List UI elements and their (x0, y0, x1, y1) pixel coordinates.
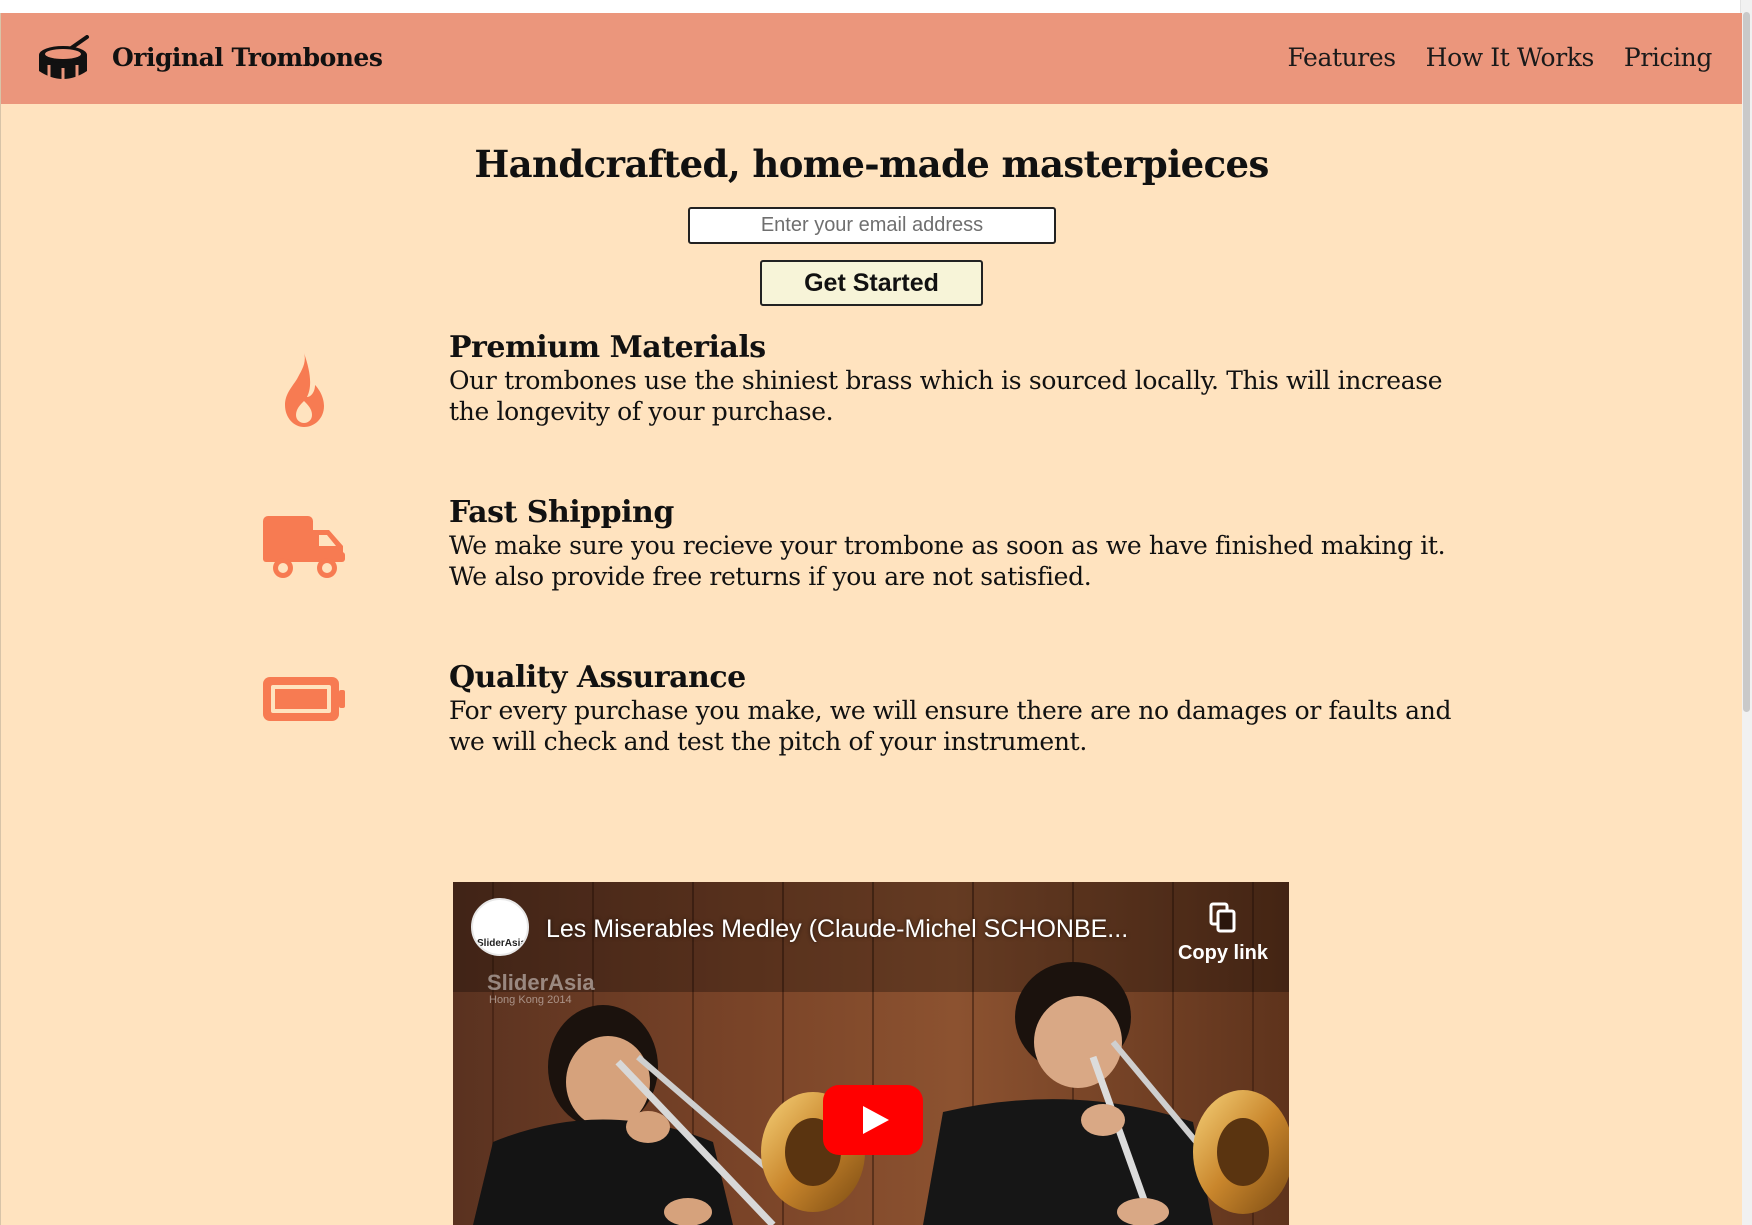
feature-title: Premium Materials (449, 330, 766, 365)
nav-link-pricing[interactable]: Pricing (1624, 42, 1712, 74)
truck-icon (263, 516, 345, 578)
feature-title: Fast Shipping (449, 495, 674, 530)
battery-icon (263, 677, 345, 721)
feature-description: We make sure you recieve your trombone a… (449, 531, 1446, 591)
page-viewport: Original Trombones Features How It Works… (0, 13, 1742, 1225)
embedded-video[interactable]: SliderAsia SliderAsia Hong Kong 2014 Les… (453, 882, 1289, 1225)
fire-icon (285, 353, 324, 427)
drum-logo-icon[interactable] (37, 35, 93, 83)
nav-link-how-it-works[interactable]: How It Works (1426, 42, 1595, 74)
nav-link-features[interactable]: Features (1287, 42, 1396, 74)
site-header: Original Trombones Features How It Works… (1, 13, 1742, 104)
feature-description: Our trombones use the shiniest brass whi… (449, 366, 1443, 426)
video-title[interactable]: Les Miserables Medley (Claude-Michel SCH… (546, 915, 1128, 944)
feature-text: Quality Assurance For every purchase you… (449, 661, 1489, 757)
copy-link-button[interactable]: Copy link (1168, 902, 1278, 982)
hero-title: Handcrafted, home-made masterpieces (474, 142, 1269, 186)
feature-text: Premium Materials Our trombones use the … (449, 331, 1489, 427)
video-watermark-subtitle: Hong Kong 2014 (489, 994, 572, 1006)
copy-icon (1209, 902, 1236, 933)
feature-title: Quality Assurance (449, 660, 746, 695)
scrollbar-thumb[interactable] (1743, 12, 1750, 712)
main-nav: Features How It Works Pricing (1287, 42, 1712, 74)
video-watermark: SliderAsia (487, 970, 595, 995)
channel-avatar[interactable]: SliderAsia (471, 898, 529, 956)
youtube-play-icon[interactable] (823, 1085, 923, 1155)
feature-text: Fast Shipping We make sure you recieve y… (449, 496, 1489, 592)
channel-avatar-label: SliderAsia (477, 938, 526, 949)
copy-link-label: Copy link (1177, 942, 1268, 964)
email-input[interactable] (688, 207, 1056, 244)
feature-description: For every purchase you make, we will ens… (449, 696, 1452, 756)
get-started-button[interactable]: Get Started (760, 260, 983, 306)
brand-name[interactable]: Original Trombones (112, 42, 383, 74)
